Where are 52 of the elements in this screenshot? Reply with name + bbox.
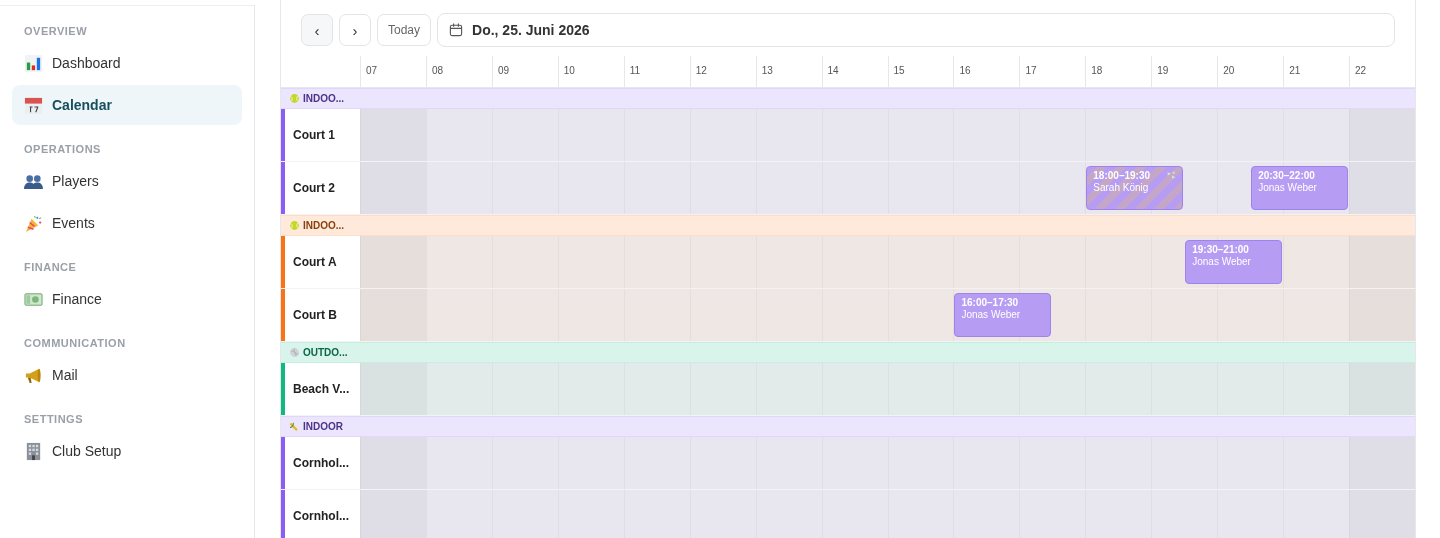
previous-button[interactable]: ‹ (301, 14, 333, 46)
section-heading: OPERATIONS (23, 142, 102, 157)
date-field[interactable]: Do., 25. Juni 2026 (437, 13, 1395, 47)
section-heading: FINANCE (23, 260, 78, 275)
nav-item[interactable]: Players (12, 161, 242, 201)
hour-label: 21 (1283, 56, 1350, 87)
calendar-icon (24, 95, 43, 115)
booking-time: 20:30–22:00 (1258, 170, 1316, 181)
hour-label: 17 (1019, 56, 1086, 87)
hour-label: 10 (557, 56, 624, 87)
section-heading: COMMUNICATION (23, 336, 127, 351)
section-heading: OVERVIEW (23, 24, 89, 39)
ball-icon (289, 220, 300, 231)
hour-label: 18 (1085, 56, 1152, 87)
hour-label: 09 (491, 56, 558, 87)
hour-label: 12 (689, 56, 756, 87)
calendar-icon (448, 22, 465, 38)
ball-icon (289, 347, 300, 358)
hour-label: 11 (623, 56, 690, 87)
hour-label: 15 (887, 56, 954, 87)
group-label: INDOOR (303, 421, 343, 432)
booking-player: Jonas Weber (1192, 256, 1252, 267)
party-popper-icon (24, 213, 43, 233)
hour-label: 16 (953, 56, 1020, 87)
booking-time: 16:00–17:30 (961, 297, 1020, 308)
hour-label: 13 (755, 56, 822, 87)
hour-label: 14 (821, 56, 888, 87)
nav-item[interactable]: Mail (12, 355, 242, 395)
booking-time: 19:30–21:00 (1192, 244, 1250, 255)
nav-item[interactable]: Calendar (12, 85, 242, 125)
next-button[interactable]: › (339, 14, 371, 46)
today-button[interactable]: Today (377, 14, 432, 46)
group-label: OUTDO... (303, 347, 348, 358)
nav-item[interactable]: Club Setup (12, 431, 242, 471)
ball-icon (289, 93, 300, 104)
booking-player: Sarah König (1093, 182, 1150, 193)
booking-player: Jonas Weber (1258, 182, 1318, 193)
booking-time: 18:00–19:30 (1093, 170, 1152, 181)
hour-label: 22 (1349, 56, 1415, 87)
bar-chart-icon (24, 53, 43, 73)
nav-item[interactable]: Events (12, 203, 242, 243)
section-heading: SETTINGS (23, 412, 84, 427)
hour-label: 20 (1217, 56, 1284, 87)
office-building-icon (24, 441, 43, 461)
hour-label: 07 (360, 56, 426, 87)
hour-label: 08 (425, 56, 492, 87)
nav-item[interactable]: Dashboard (12, 43, 242, 83)
nav-item[interactable]: Finance (12, 279, 242, 319)
group-label: INDOO... (303, 220, 345, 231)
hour-label: 19 (1151, 56, 1218, 87)
booking-player: Jonas Weber (961, 309, 1022, 320)
group-label: INDOO... (303, 93, 345, 104)
